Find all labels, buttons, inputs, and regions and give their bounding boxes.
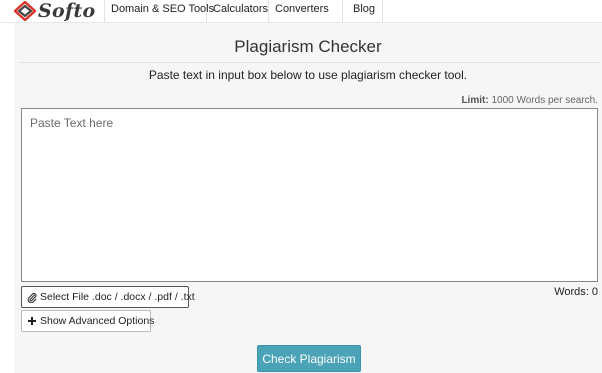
limit-label: Limit: [461,95,489,106]
word-limit-note: Limit: 1000 Words per search. [461,95,598,106]
title-divider [18,62,600,63]
plagiarism-panel: Plagiarism Checker Paste text in input b… [14,23,602,373]
select-file-label: Select File .doc / .docx / .pdf / .txt [40,291,195,303]
nav-domain-seo-tools[interactable]: Domain & SEO Tools [104,0,214,22]
brand-logo[interactable]: Softo [14,0,96,22]
page-subtitle: Paste text in input box below to use pla… [148,68,468,82]
plus-icon [27,316,37,326]
nav-converters[interactable]: Converters [269,0,343,22]
logo-mark-icon [14,1,36,21]
text-input[interactable] [21,108,598,282]
check-plagiarism-button[interactable]: Check Plagiarism [257,345,361,372]
nav-calculators[interactable]: Calculators [207,0,269,22]
advanced-options-label: Show Advanced Options [40,315,155,327]
paperclip-icon [27,292,37,303]
nav-blog[interactable]: Blog [343,0,383,22]
brand-name: Softo [38,0,96,22]
limit-value: 1000 Words per search. [491,95,598,106]
word-count: Words: 0 [554,286,598,298]
page-title: Plagiarism Checker [234,37,382,56]
select-file-button[interactable]: Select File .doc / .docx / .pdf / .txt [21,286,195,308]
main-nav: Domain & SEO Tools Calculators Converter… [104,0,383,22]
show-advanced-options-button[interactable]: Show Advanced Options [21,310,155,332]
top-navbar: Softo Domain & SEO Tools Calculators Con… [0,0,602,23]
